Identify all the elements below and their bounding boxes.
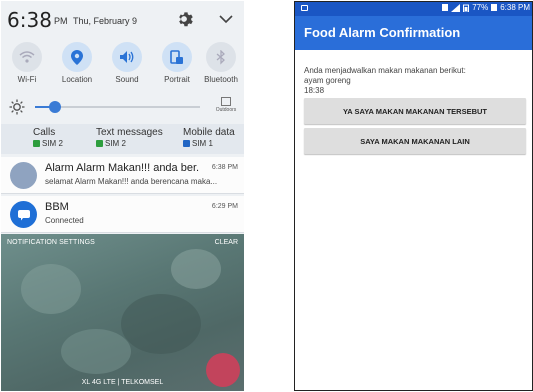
app-title: Food Alarm Confirmation <box>304 25 461 40</box>
battery-percent: 77% <box>472 3 489 12</box>
battery-saver-icon <box>491 4 498 11</box>
quick-settings-header: 6:38 PM Thu, February 9 <box>1 1 244 39</box>
sim-mobile-data-value: SIM 1 <box>192 139 213 148</box>
chat-bubble-icon <box>17 209 30 220</box>
chevron-down-icon[interactable] <box>218 12 234 26</box>
toggle-sound[interactable]: Sound <box>103 39 151 91</box>
toggle-portrait[interactable]: Portrait <box>153 39 201 91</box>
app-avatar-icon <box>10 162 37 189</box>
toggle-portrait-label: Portrait <box>164 75 190 84</box>
location-pin-icon <box>71 49 83 65</box>
toggle-sound-label: Sound <box>115 75 139 84</box>
sim-text-messages-value: SIM 2 <box>105 139 126 148</box>
portrait-rotation-icon <box>170 49 183 64</box>
notification-alarm[interactable]: Alarm Alarm Makan!!! anda ber... 6:38 PM… <box>1 157 244 194</box>
toggle-bluetooth-circle <box>206 42 236 72</box>
sim-calls-label: Calls <box>33 127 56 138</box>
toggle-sound-circle <box>112 42 142 72</box>
outdoors-label: Outdoors <box>215 107 237 113</box>
scheduled-time: 18:38 <box>304 86 325 95</box>
toggle-bluetooth[interactable]: Bluetooth <box>197 39 244 91</box>
brightness-slider-thumb[interactable] <box>48 101 61 113</box>
toggle-wifi[interactable]: Wi-Fi <box>3 39 51 91</box>
status-time: 6:38 PM <box>500 3 530 12</box>
sim-calls-value: SIM 2 <box>42 139 63 148</box>
notification-settings-link[interactable]: NOTIFICATION SETTINGS <box>7 239 95 246</box>
sim-mobile-data-label: Mobile data <box>183 127 235 138</box>
outdoors-toggle[interactable]: Outdoors <box>212 97 240 113</box>
notification-body: Connected <box>45 216 84 225</box>
carrier-label: XL 4G LTE | TELKOMSEL <box>81 379 164 386</box>
schedule-message: Anda menjadwalkan makan makanan berikut: <box>304 66 466 75</box>
clear-notifications-button[interactable]: CLEAR <box>215 239 238 246</box>
toggle-location-label: Location <box>61 75 93 84</box>
battery-icon <box>463 4 470 12</box>
brightness-row: Outdoors <box>1 93 244 123</box>
notification-status-icon <box>301 5 308 11</box>
sim-card-icon <box>183 140 190 147</box>
brightness-slider[interactable] <box>35 101 200 113</box>
screenshot-root: 6:38 PM Thu, February 9 Wi-Fi Location S… <box>0 0 533 392</box>
sim-calls[interactable]: Calls SIM 2 <box>33 127 63 148</box>
notification-time: 6:38 PM <box>211 164 238 171</box>
sim-text-messages-label: Text messages <box>96 127 163 138</box>
notification-time: 6:29 PM <box>211 203 238 210</box>
sim-status-icon <box>442 4 449 11</box>
status-bar: 77% 6:38 PM <box>295 2 532 16</box>
quick-settings-toggles: Wi-Fi Location Sound Portrait Bluetooth <box>1 39 244 91</box>
outdoors-checkbox-icon <box>221 97 231 106</box>
gear-icon[interactable] <box>174 9 194 29</box>
notification-title: Alarm Alarm Makan!!! anda ber... <box>45 162 200 174</box>
wifi-icon <box>19 51 35 63</box>
speaker-icon <box>120 51 134 63</box>
status-bar-right: 77% 6:38 PM <box>442 3 530 12</box>
toggle-wifi-circle <box>12 42 42 72</box>
clock-date: Thu, February 9 <box>73 16 138 26</box>
sun-icon <box>9 99 25 115</box>
toggle-bluetooth-label: Bluetooth <box>204 75 238 84</box>
ate-other-food-button[interactable]: SAYA MAKAN MAKANAN LAIN <box>304 128 526 154</box>
alarm-message: Anda menjadwalkan makan makanan berikut:… <box>304 66 526 96</box>
clock-time: 6:38 <box>7 8 52 32</box>
toggle-portrait-circle <box>162 42 192 72</box>
app-bar: Food Alarm Confirmation <box>295 16 532 50</box>
notification-shade-screen: 6:38 PM Thu, February 9 Wi-Fi Location S… <box>1 1 244 391</box>
toggle-wifi-label: Wi-Fi <box>17 75 37 84</box>
food-name: ayam goreng <box>304 76 351 85</box>
confirm-ate-food-button[interactable]: YA SAYA MAKAN MAKANAN TERSEBUT <box>304 98 526 124</box>
toggle-location[interactable]: Location <box>53 39 101 91</box>
sim-preference-row: Calls SIM 2 Text messages SIM 2 Mobile d… <box>1 124 244 154</box>
notification-title: BBM <box>45 201 69 213</box>
sim-card-icon <box>96 140 103 147</box>
clock-ampm: PM <box>54 16 68 26</box>
bbm-icon <box>10 201 37 228</box>
signal-icon <box>451 3 461 12</box>
sim-mobile-data[interactable]: Mobile data SIM 1 <box>183 127 235 148</box>
toggle-location-circle <box>62 42 92 72</box>
sim-card-icon <box>33 140 40 147</box>
notification-body: selamat Alarm Makan!!! anda berencana ma… <box>45 177 218 186</box>
notification-bbm[interactable]: BBM 6:29 PM Connected <box>1 196 244 233</box>
sim-text-messages[interactable]: Text messages SIM 2 <box>96 127 163 148</box>
bluetooth-icon <box>216 49 225 65</box>
food-alarm-app-screen: 77% 6:38 PM Food Alarm Confirmation Anda… <box>294 1 533 391</box>
